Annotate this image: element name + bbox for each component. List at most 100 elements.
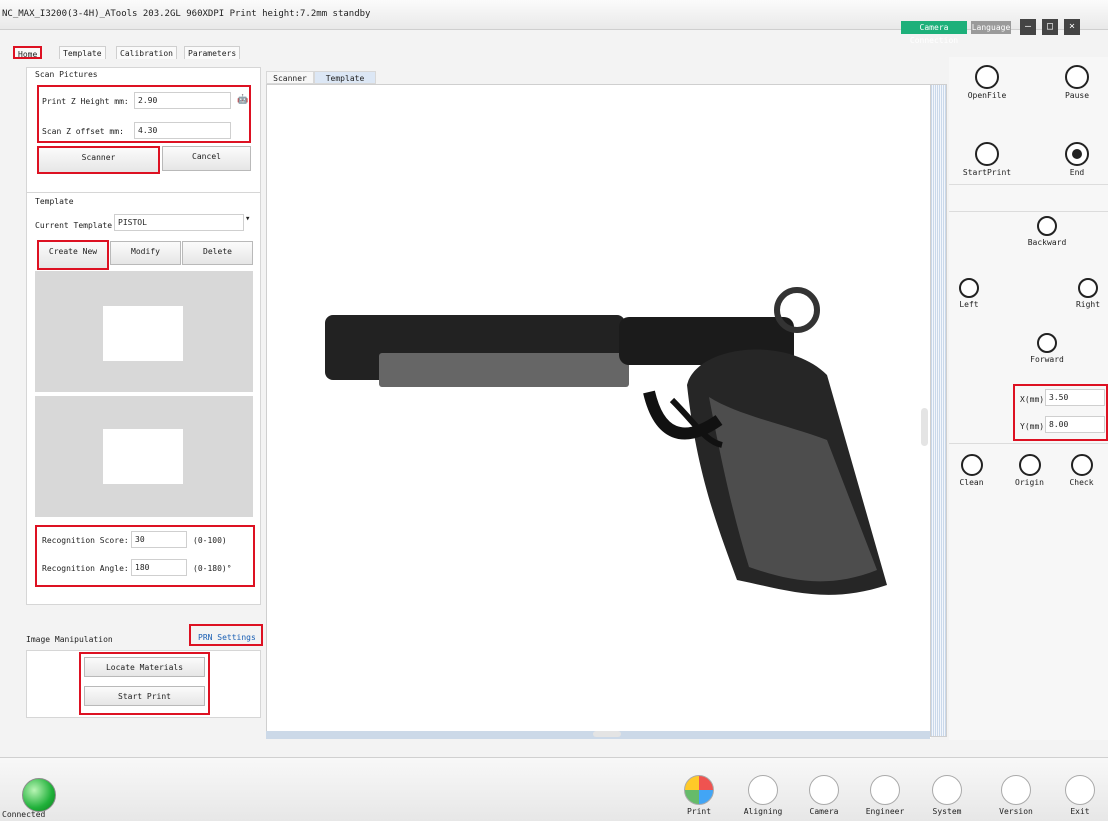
tools-icon xyxy=(932,775,962,805)
start-print-right-button[interactable]: StartPrint xyxy=(957,142,1017,177)
template-thumbnail-1 xyxy=(103,306,183,361)
home-icon xyxy=(1001,775,1031,805)
camera-label: Camera xyxy=(809,807,839,816)
chevron-down-icon[interactable]: ▾ xyxy=(245,214,259,231)
x-mm-label: X(mm) xyxy=(1020,395,1045,404)
y-mm-input[interactable]: 8.00 xyxy=(1045,416,1105,433)
arrow-left-icon xyxy=(959,278,979,298)
pause-button[interactable]: Pause xyxy=(1047,65,1107,100)
arrow-down-icon xyxy=(1037,333,1057,353)
aligning-icon xyxy=(748,775,778,805)
backward-button[interactable]: Backward xyxy=(1017,216,1077,247)
right-button[interactable]: Right xyxy=(1068,278,1108,309)
arrow-up-icon xyxy=(1037,216,1057,236)
template-title: Template xyxy=(35,197,74,206)
open-file-label: OpenFile xyxy=(967,91,1007,100)
current-template-select[interactable]: PISTOL xyxy=(114,214,244,231)
start-print-right-label: StartPrint xyxy=(962,168,1012,177)
recognition-angle-input[interactable]: 180 xyxy=(131,559,187,576)
recognition-score-input[interactable]: 30 xyxy=(131,531,187,548)
right-label: Right xyxy=(1075,300,1101,309)
origin-button[interactable]: Origin xyxy=(1007,454,1052,487)
pause-icon xyxy=(1065,65,1089,89)
system-button[interactable]: System xyxy=(926,775,968,816)
locate-materials-button[interactable]: Locate Materials xyxy=(84,657,205,677)
left-label: Left xyxy=(959,300,979,309)
recognition-angle-label: Recognition Angle: xyxy=(42,564,129,573)
left-panel: Scan Pictures Print Z Height mm: 2.90 Sc… xyxy=(13,57,265,740)
left-button[interactable]: Left xyxy=(949,278,989,309)
open-file-button[interactable]: OpenFile xyxy=(957,65,1017,100)
window-title: NC_MAX_I3200(3-4H)_ATools 203.2GL 960XDP… xyxy=(2,9,371,19)
clean-button[interactable]: Clean xyxy=(949,454,994,487)
forward-label: Forward xyxy=(1030,355,1064,364)
print-button[interactable]: Print xyxy=(678,775,720,816)
recognition-angle-range: (0-180)° xyxy=(193,564,232,573)
modify-button[interactable]: Modify xyxy=(110,241,181,265)
check-label: Check xyxy=(1069,478,1094,487)
scan-pictures-title: Scan Pictures xyxy=(35,70,98,79)
exit-icon xyxy=(1065,775,1095,805)
forward-button[interactable]: Forward xyxy=(1017,333,1077,364)
view-tab-scanner[interactable]: Scanner xyxy=(266,71,314,84)
separator-2 xyxy=(949,443,1108,444)
end-button[interactable]: End xyxy=(1047,142,1107,177)
robot-icon: 🤖 xyxy=(237,95,249,105)
engineer-label: Engineer xyxy=(865,807,905,816)
check-icon xyxy=(1070,454,1093,476)
vertical-scrollbar-thumb[interactable] xyxy=(921,408,928,446)
system-label: System xyxy=(932,807,962,816)
template-thumbnail-2 xyxy=(103,429,183,484)
origin-icon xyxy=(1018,454,1041,476)
connected-label: Connected xyxy=(2,810,46,819)
stop-icon xyxy=(1065,142,1089,166)
open-file-icon xyxy=(975,65,999,89)
aligning-label: Aligning xyxy=(743,807,783,816)
create-new-button[interactable]: Create New xyxy=(37,240,109,270)
horizontal-scrollbar-thumb[interactable] xyxy=(593,731,621,737)
backward-label: Backward xyxy=(1027,238,1067,247)
scanned-pistol-image xyxy=(267,85,931,738)
current-template-label: Current Template: xyxy=(35,221,117,230)
eye-icon xyxy=(809,775,839,805)
maximize-icon[interactable]: □ xyxy=(1042,19,1058,35)
scan-z-label: Scan Z offset mm: xyxy=(42,127,124,136)
exit-label: Exit xyxy=(1070,807,1090,816)
pause-label: Pause xyxy=(1064,91,1090,100)
recognition-score-range: (0-100) xyxy=(193,536,227,545)
cancel-button[interactable]: Cancel xyxy=(162,146,251,171)
clean-label: Clean xyxy=(959,478,984,487)
language-button[interactable]: Language xyxy=(971,21,1011,34)
end-label: End xyxy=(1069,168,1085,177)
separator xyxy=(949,211,1108,212)
prn-settings-link[interactable]: PRN Settings xyxy=(198,633,256,642)
start-print-button[interactable]: Start Print xyxy=(84,686,205,706)
clean-icon xyxy=(960,454,983,476)
check-button[interactable]: Check xyxy=(1059,454,1104,487)
close-icon[interactable]: × xyxy=(1064,19,1080,35)
aligning-button[interactable]: Aligning xyxy=(742,775,784,816)
delete-button[interactable]: Delete xyxy=(182,241,253,265)
print-icon xyxy=(684,775,714,805)
scan-image-area[interactable] xyxy=(266,84,931,738)
print-z-label: Print Z Height mm: xyxy=(42,97,129,106)
origin-label: Origin xyxy=(1015,478,1044,487)
vertical-scrollbar-track[interactable] xyxy=(930,84,947,737)
print-z-input[interactable]: 2.90 xyxy=(134,92,231,109)
scanner-button[interactable]: Scanner xyxy=(37,146,160,174)
version-label: Version xyxy=(999,807,1033,816)
recognition-score-label: Recognition Score: xyxy=(42,536,129,545)
view-tab-template[interactable]: Template xyxy=(314,71,376,84)
minimize-icon[interactable]: – xyxy=(1020,19,1036,35)
connection-status-icon xyxy=(22,778,56,812)
scan-z-input[interactable]: 4.30 xyxy=(134,122,231,139)
camera-button[interactable]: Camera xyxy=(803,775,845,816)
x-mm-input[interactable]: 3.50 xyxy=(1045,389,1105,406)
exit-button[interactable]: Exit xyxy=(1059,775,1101,816)
image-manipulation-title: Image Manipulation xyxy=(26,635,113,644)
gears-icon xyxy=(870,775,900,805)
version-button[interactable]: Version xyxy=(995,775,1037,816)
camera-connection-button[interactable]: Camera Connection xyxy=(901,21,967,45)
engineer-button[interactable]: Engineer xyxy=(864,775,906,816)
y-mm-label: Y(mm) xyxy=(1020,422,1045,431)
